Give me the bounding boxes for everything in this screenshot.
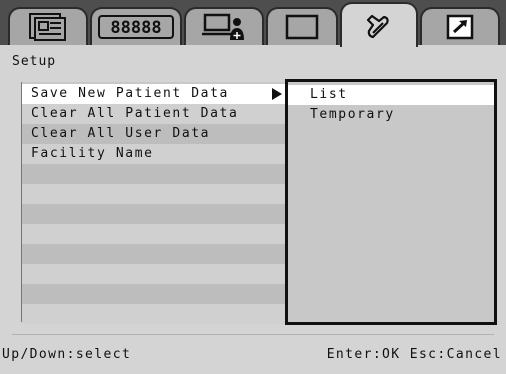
tab-computer-user[interactable] [184,7,264,45]
menu-item-empty [22,204,288,224]
menu-item-empty [22,244,288,264]
menu-item-clear-all-user-data[interactable]: Clear All User Data [22,124,288,144]
setup-screen: 88888 Setup Save New Patient Data Clear … [0,0,506,374]
footer-hint-actions: Enter:OK Esc:Cancel [326,347,502,362]
submenu-arrow-icon [272,88,282,100]
user-list-label: 88888 [110,18,161,38]
menu-item-empty [22,304,288,324]
menu-item-label: Save New Patient Data [31,86,229,101]
menu-item-empty [22,284,288,304]
menu-item-label: Clear All User Data [31,126,211,141]
submenu-item-list[interactable]: List [288,85,494,105]
menu-item-label: Clear All Patient Data [31,106,239,121]
menu-item-save-new-patient-data[interactable]: Save New Patient Data [22,84,288,104]
tab-user-list[interactable]: 88888 [90,7,182,45]
footer-hint-navigation: Up/Down:select [2,347,132,362]
blank-window-icon [285,14,319,40]
tab-settings[interactable] [340,2,418,47]
tab-patient-record[interactable] [8,7,88,45]
user-list-icon: 88888 [98,15,174,39]
menu-item-empty [22,264,288,284]
page-title: Setup [12,54,57,69]
wrench-settings-icon [366,14,389,38]
menu-item-empty [22,164,288,184]
menu-item-empty [22,184,288,204]
submenu-item-temporary[interactable]: Temporary [288,105,494,125]
tab-bar: 88888 [0,0,506,47]
arrow-export-icon [446,14,474,40]
tab-blank[interactable] [266,7,338,45]
patient-record-icon [29,13,66,41]
menu-item-clear-all-patient-data[interactable]: Clear All Patient Data [22,104,288,124]
divider [12,334,494,335]
submenu-popup: List Temporary [285,79,497,325]
menu-item-label: Facility Name [31,146,154,161]
menu-item-empty [22,224,288,244]
computer-user-icon [202,13,244,40]
menu-item-facility-name[interactable]: Facility Name [22,144,288,164]
tab-export[interactable] [420,7,500,45]
